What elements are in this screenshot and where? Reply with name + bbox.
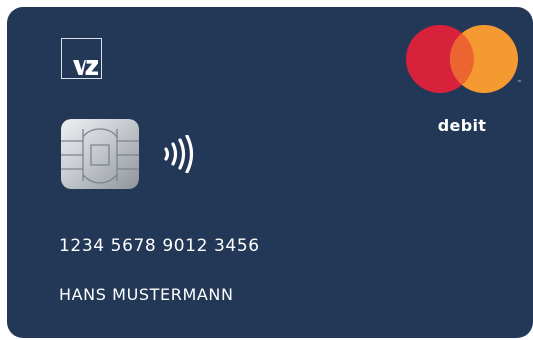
vz-logo-icon — [73, 60, 98, 75]
contactless-icon — [163, 134, 199, 178]
cardholder-name: HANS MUSTERMANN — [59, 285, 234, 304]
mastercard-logo — [405, 23, 519, 95]
bank-logo — [61, 38, 102, 79]
card-number: 1234 5678 9012 3456 — [59, 236, 260, 256]
card-type-label: debit — [437, 116, 487, 135]
trademark-symbol: ™ — [517, 80, 522, 86]
emv-chip-icon — [61, 119, 139, 189]
debit-card: ™ debit 1234 5678 9012 3456 HANS MUSTERM… — [7, 7, 533, 338]
